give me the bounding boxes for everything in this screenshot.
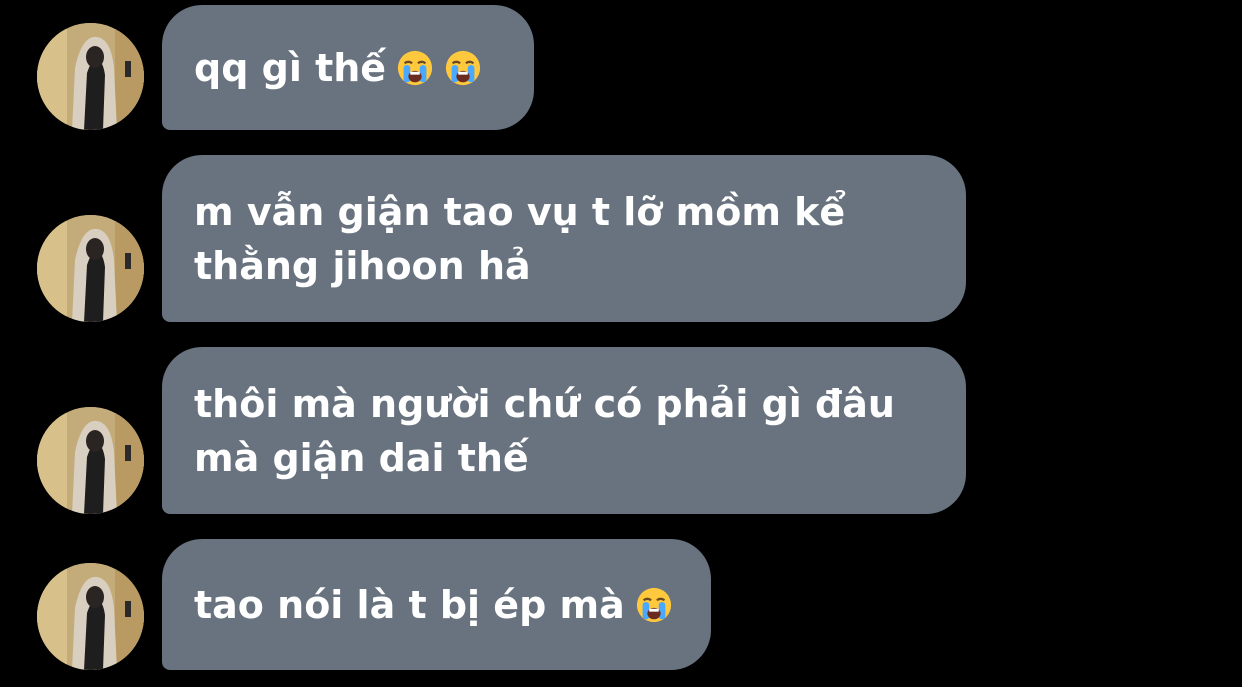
message-bubble[interactable]: tao nói là t bị ép mà [162,539,711,670]
avatar[interactable] [37,407,144,514]
loudly-crying-face-icon [444,49,482,87]
message-text: tao nói là t bị ép mà [194,582,625,627]
avatar[interactable] [37,563,144,670]
message-text: qq gì thế [194,45,387,90]
avatar[interactable] [37,215,144,322]
loudly-crying-face-icon [635,586,673,624]
message-bubble[interactable]: qq gì thế [162,5,534,130]
avatar[interactable] [37,23,144,130]
message-text: m vẫn giận tao vụ t lỡ mồm kể thằng jiho… [194,189,846,288]
message-text: thôi mà người chứ có phải gì đâu mà giận… [194,381,895,480]
message-bubble[interactable]: thôi mà người chứ có phải gì đâu mà giận… [162,347,966,514]
loudly-crying-face-icon [396,49,434,87]
message-bubble[interactable]: m vẫn giận tao vụ t lỡ mồm kể thằng jiho… [162,155,966,322]
